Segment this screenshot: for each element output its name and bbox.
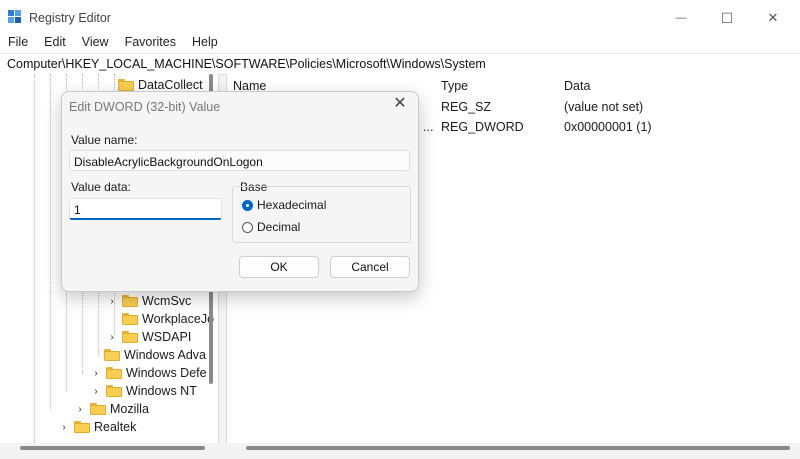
radio-label: Decimal bbox=[257, 220, 301, 234]
cancel-button[interactable]: Cancel bbox=[330, 256, 410, 278]
edit-dword-dialog: Edit DWORD (32-bit) Value ✕ Value name: … bbox=[61, 91, 419, 292]
tree-item-label: WSDAPI bbox=[142, 330, 192, 344]
address-path[interactable]: Computer\HKEY_LOCAL_MACHINE\SOFTWARE\Pol… bbox=[7, 57, 486, 71]
chevron-right-icon[interactable]: › bbox=[90, 385, 102, 397]
tree-item-label: Windows NT bbox=[126, 384, 197, 398]
value-data-input[interactable]: 1 bbox=[69, 198, 222, 220]
folder-icon bbox=[104, 349, 120, 361]
title-bar: Registry Editor — ☐ ✕ bbox=[0, 4, 800, 32]
value-name-label: Value name: bbox=[71, 133, 138, 147]
radio-hexadecimal[interactable]: Hexadecimal bbox=[242, 198, 326, 212]
radio-label: Hexadecimal bbox=[257, 198, 327, 212]
base-group: Hexadecimal Decimal bbox=[232, 186, 411, 243]
cancel-button-label: Cancel bbox=[351, 260, 389, 274]
column-header-type[interactable]: Type bbox=[441, 79, 468, 93]
menu-help[interactable]: Help bbox=[184, 32, 226, 53]
tree-item-wcmsvc[interactable]: › WcmSvc bbox=[106, 292, 191, 310]
tree-item-label: WcmSvc bbox=[142, 294, 192, 308]
ok-button-label: OK bbox=[270, 260, 288, 274]
radio-decimal[interactable]: Decimal bbox=[242, 220, 300, 234]
dialog-close-button[interactable]: ✕ bbox=[392, 96, 408, 112]
maximize-icon: ☐ bbox=[720, 9, 734, 26]
registry-editor-icon bbox=[8, 10, 22, 24]
tree-item-label: Mozilla bbox=[110, 402, 149, 416]
tree-guide-line bbox=[50, 74, 51, 410]
chevron-right-icon[interactable]: › bbox=[58, 421, 70, 433]
chevron-right-icon[interactable]: › bbox=[90, 367, 102, 379]
minimize-icon: — bbox=[675, 12, 687, 24]
chevron-right-icon[interactable]: › bbox=[106, 331, 118, 343]
folder-icon bbox=[106, 385, 122, 397]
menu-file[interactable]: File bbox=[0, 32, 36, 53]
folder-icon bbox=[118, 79, 134, 91]
tree-item-windows-nt[interactable]: › Windows NT bbox=[90, 382, 197, 400]
tree-item-realtek[interactable]: › Realtek bbox=[58, 418, 136, 436]
value-data-label: Value data: bbox=[71, 180, 131, 194]
tree-item-label: WorkplaceJo bbox=[142, 312, 215, 326]
column-header-data[interactable]: Data bbox=[564, 79, 590, 93]
row-type: REG_SZ bbox=[441, 100, 492, 114]
radio-selected-icon bbox=[242, 199, 253, 211]
menu-edit[interactable]: Edit bbox=[36, 32, 74, 53]
value-name-text: DisableAcrylicBackgroundOnLogon bbox=[74, 155, 263, 169]
tree-horizontal-scrollbar[interactable] bbox=[20, 446, 205, 450]
tree-item-label: Windows Defe bbox=[126, 366, 207, 380]
tree-item-label: Realtek bbox=[94, 420, 137, 434]
values-horizontal-scrollbar[interactable] bbox=[246, 446, 790, 450]
close-icon: ✕ bbox=[767, 10, 779, 25]
chevron-right-icon[interactable]: › bbox=[106, 295, 118, 307]
folder-icon bbox=[122, 295, 138, 307]
folder-icon bbox=[122, 331, 138, 343]
tree-item-workplacejoin[interactable]: WorkplaceJo bbox=[122, 310, 214, 328]
dialog-title: Edit DWORD (32-bit) Value bbox=[69, 100, 221, 114]
menu-bar: File Edit View Favorites Help bbox=[0, 32, 800, 53]
tree-item-windows-advanced[interactable]: Windows Adva bbox=[104, 346, 206, 364]
tree-item-wsdapi[interactable]: › WSDAPI bbox=[106, 328, 191, 346]
chevron-right-icon[interactable]: › bbox=[74, 403, 86, 415]
menu-favorites[interactable]: Favorites bbox=[117, 32, 184, 53]
minimize-button[interactable]: — bbox=[658, 4, 704, 32]
window-title: Registry Editor bbox=[29, 11, 111, 25]
row-data: (value not set) bbox=[564, 100, 644, 114]
maximize-button[interactable]: ☐ bbox=[704, 4, 750, 32]
row-data: 0x00000001 (1) bbox=[564, 120, 652, 134]
tree-guide-line bbox=[34, 74, 35, 443]
row-name-tail: ... bbox=[423, 120, 434, 134]
close-icon: ✕ bbox=[393, 95, 407, 112]
value-data-text: 1 bbox=[74, 203, 81, 217]
radio-unselected-icon bbox=[242, 221, 253, 233]
folder-icon bbox=[122, 313, 138, 325]
tree-item-label: DataCollect bbox=[138, 78, 203, 92]
folder-icon bbox=[90, 403, 106, 415]
menu-view[interactable]: View bbox=[74, 32, 117, 53]
ok-button[interactable]: OK bbox=[239, 256, 319, 278]
value-name-field[interactable]: DisableAcrylicBackgroundOnLogon bbox=[69, 150, 410, 171]
tree-item-mozilla[interactable]: › Mozilla bbox=[74, 400, 149, 418]
row-type: REG_DWORD bbox=[441, 120, 524, 134]
close-window-button[interactable]: ✕ bbox=[750, 4, 796, 32]
address-bar[interactable]: Computer\HKEY_LOCAL_MACHINE\SOFTWARE\Pol… bbox=[0, 53, 800, 75]
folder-icon bbox=[74, 421, 90, 433]
tree-item-windows-defender[interactable]: › Windows Defe bbox=[90, 364, 207, 382]
folder-icon bbox=[106, 367, 122, 379]
tree-item-label: Windows Adva bbox=[124, 348, 206, 362]
